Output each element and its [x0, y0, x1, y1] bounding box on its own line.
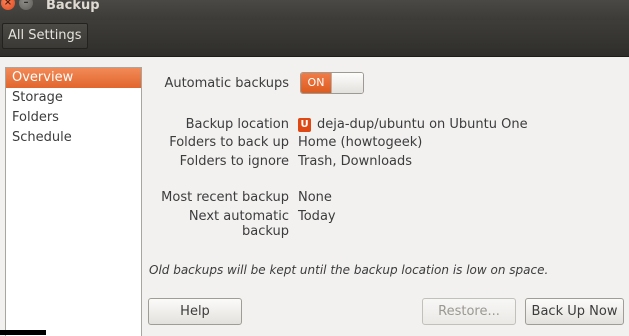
- sidebar-item-storage[interactable]: Storage: [6, 88, 141, 108]
- toolbar: All Settings: [0, 20, 629, 57]
- backup-location-value-row: Udeja-dup/ubuntu on Ubuntu One: [298, 117, 528, 132]
- folders-backup-value: Home (howtogeek): [298, 135, 423, 150]
- minimize-icon[interactable]: –: [19, 0, 33, 10]
- folders-ignore-value: Trash, Downloads: [298, 154, 413, 169]
- backup-location-value: deja-dup/ubuntu on Ubuntu One: [317, 117, 528, 132]
- toggle-knob[interactable]: [331, 73, 363, 93]
- retention-note: Old backups will be kept until the backu…: [149, 263, 549, 277]
- all-settings-button[interactable]: All Settings: [2, 23, 88, 49]
- folders-ignore-label: Folders to ignore: [179, 154, 289, 169]
- recent-backup-label: Most recent backup: [161, 190, 289, 205]
- folders-backup-label: Folders to back up: [169, 135, 289, 150]
- automatic-backups-toggle[interactable]: ON: [300, 72, 364, 94]
- backup-location-label: Backup location: [185, 117, 289, 132]
- automatic-backups-label: Automatic backups: [164, 76, 289, 91]
- title-bar: × – Backup: [0, 0, 629, 20]
- next-backup-label: Next automatic backup: [188, 209, 289, 239]
- help-button[interactable]: Help: [148, 298, 242, 325]
- window-title: Backup: [46, 0, 100, 13]
- sidebar-item-schedule[interactable]: Schedule: [6, 128, 141, 148]
- restore-button[interactable]: Restore...: [422, 298, 516, 325]
- ubuntu-one-icon: U: [298, 118, 311, 132]
- close-icon[interactable]: ×: [1, 0, 15, 10]
- main-content: Overview Storage Folders Schedule Automa…: [0, 57, 629, 336]
- back-up-now-button[interactable]: Back Up Now: [525, 298, 624, 325]
- screen-corner: [0, 330, 46, 335]
- sidebar-item-folders[interactable]: Folders: [6, 108, 141, 128]
- sidebar: Overview Storage Folders Schedule: [5, 67, 142, 336]
- toggle-on-label: ON: [301, 73, 331, 93]
- sidebar-item-overview[interactable]: Overview: [6, 68, 141, 88]
- recent-backup-value: None: [298, 190, 332, 205]
- next-backup-value: Today: [298, 209, 336, 224]
